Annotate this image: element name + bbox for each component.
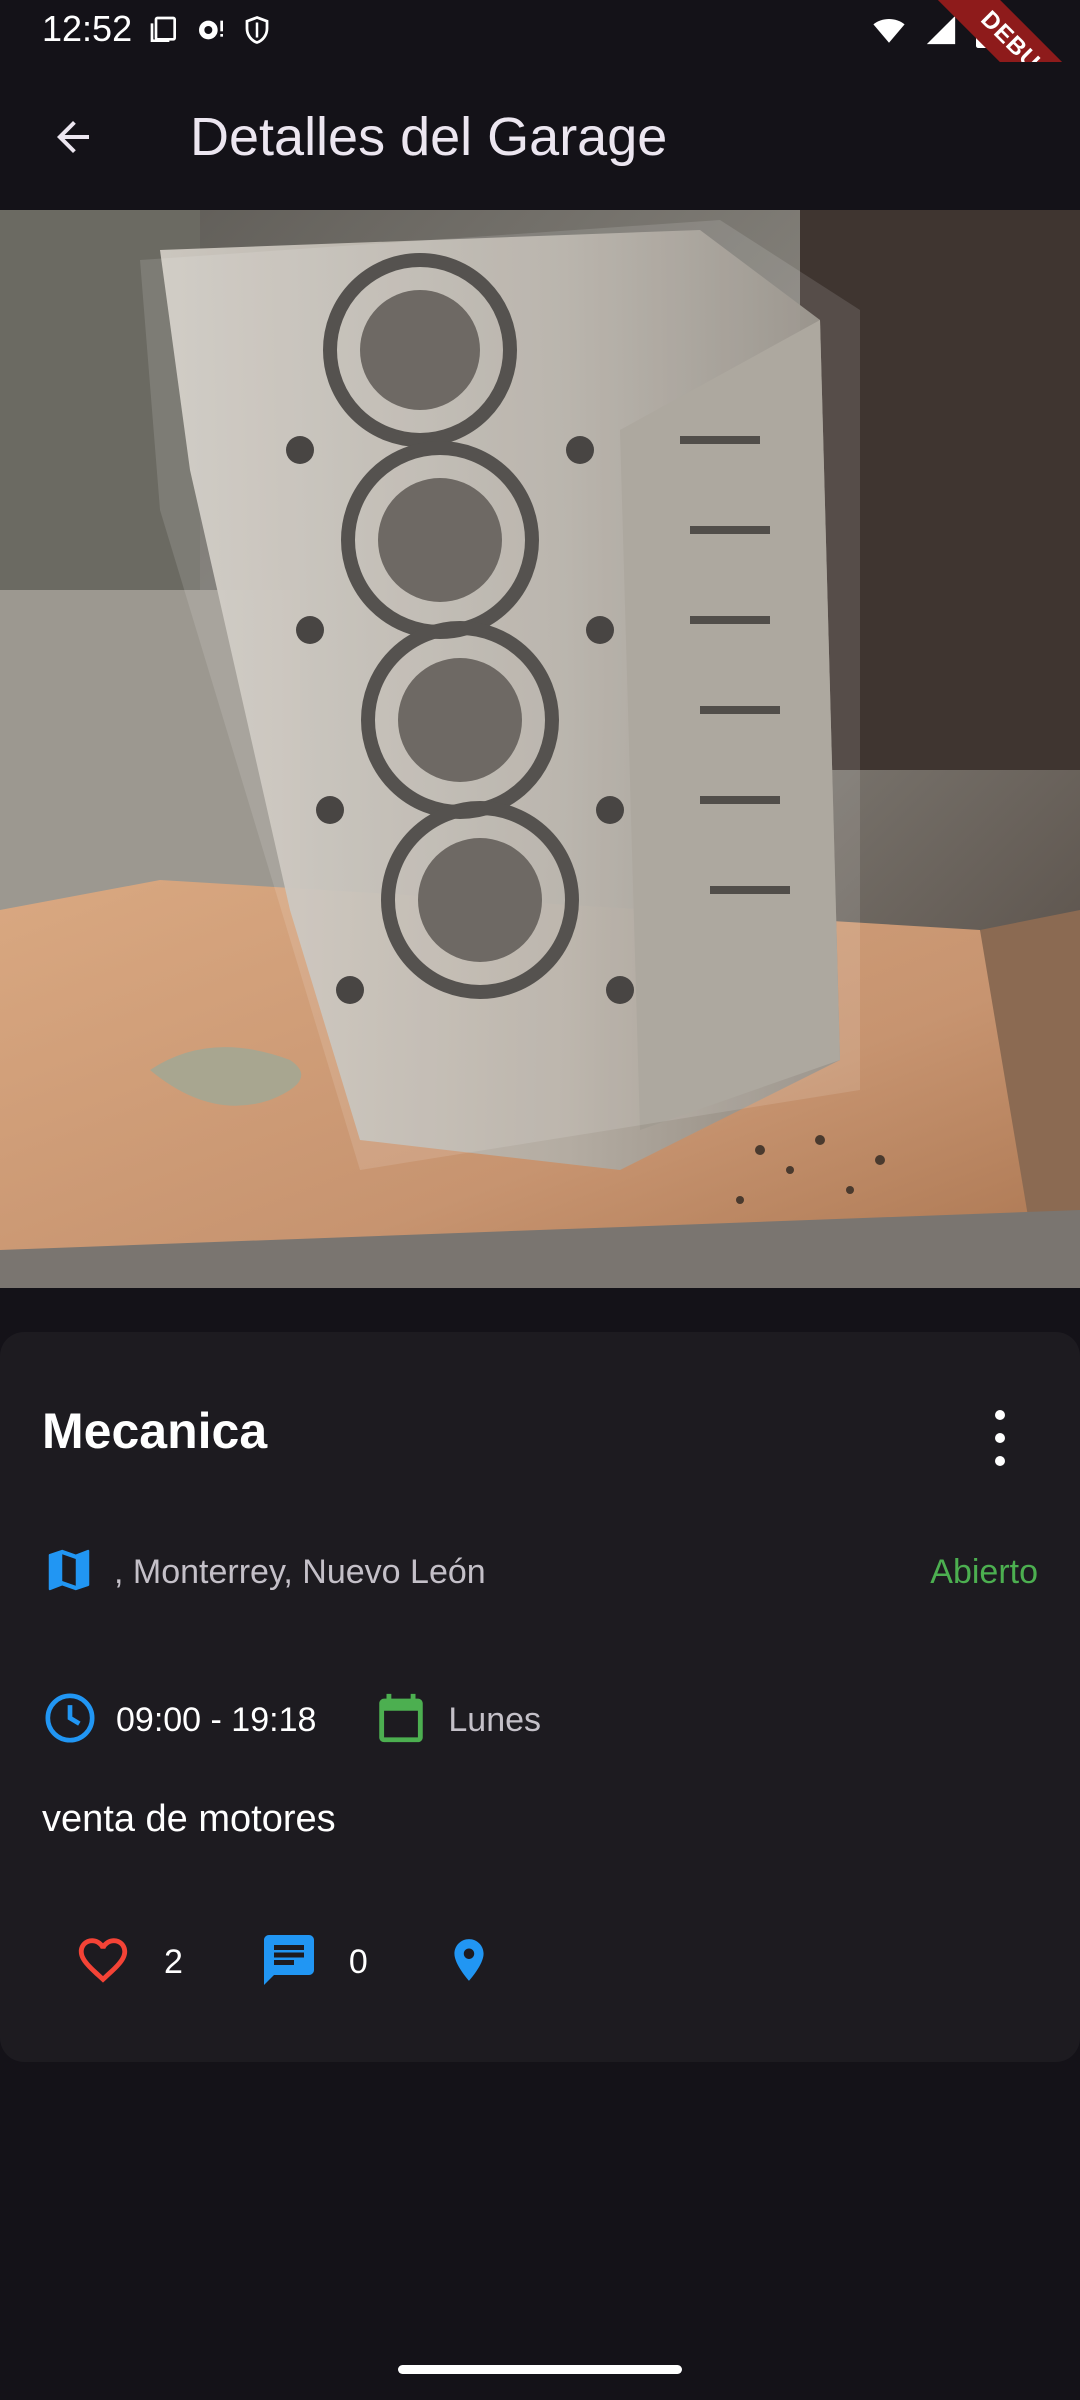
status-bar: 12:52 DEBUG <box>0 0 1080 152</box>
actions-row: 2 0 <box>72 1930 494 1994</box>
home-indicator[interactable] <box>398 2365 682 2374</box>
hours-text: 09:00 - 19:18 <box>116 1700 317 1739</box>
wifi-icon <box>870 13 908 52</box>
app-bar: Detalles del Garage <box>0 62 1080 210</box>
garage-card: Mecanica , Monterrey, Nuevo León Abierto… <box>0 1332 1080 2062</box>
status-left-icons <box>148 14 272 51</box>
schedule-row: 09:00 - 19:18 Lunes <box>42 1688 541 1752</box>
comments-button[interactable] <box>259 1930 319 1995</box>
garage-photo <box>0 210 1080 1288</box>
page-title: Detalles del Garage <box>190 107 668 167</box>
days-text: Lunes <box>448 1700 542 1739</box>
signal-icon <box>924 13 958 52</box>
clock-icon <box>42 1690 98 1751</box>
shield-icon <box>242 14 272 51</box>
back-button[interactable] <box>36 102 110 176</box>
notification-icon <box>194 14 228 51</box>
garage-name: Mecanica <box>42 1403 268 1459</box>
arrow-back-icon <box>49 113 97 166</box>
comments-count: 0 <box>348 1942 368 1981</box>
status-time: 12:52 <box>42 8 133 49</box>
location-pin-button[interactable] <box>444 1930 494 1995</box>
more-vert-icon <box>995 1410 1005 1420</box>
likes-count: 2 <box>164 1942 183 1981</box>
calendar-icon <box>372 1688 430 1753</box>
location-row: , Monterrey, Nuevo León Abierto <box>42 1542 1038 1602</box>
map-icon <box>42 1543 96 1602</box>
screenshot-icon <box>148 14 180 51</box>
garage-description: venta de motores <box>42 1798 336 1840</box>
more-options-button[interactable] <box>990 1410 1010 1466</box>
location-text: , Monterrey, Nuevo León <box>114 1552 486 1591</box>
open-status: Abierto <box>930 1552 1038 1591</box>
favorite-button[interactable] <box>72 1931 134 1994</box>
